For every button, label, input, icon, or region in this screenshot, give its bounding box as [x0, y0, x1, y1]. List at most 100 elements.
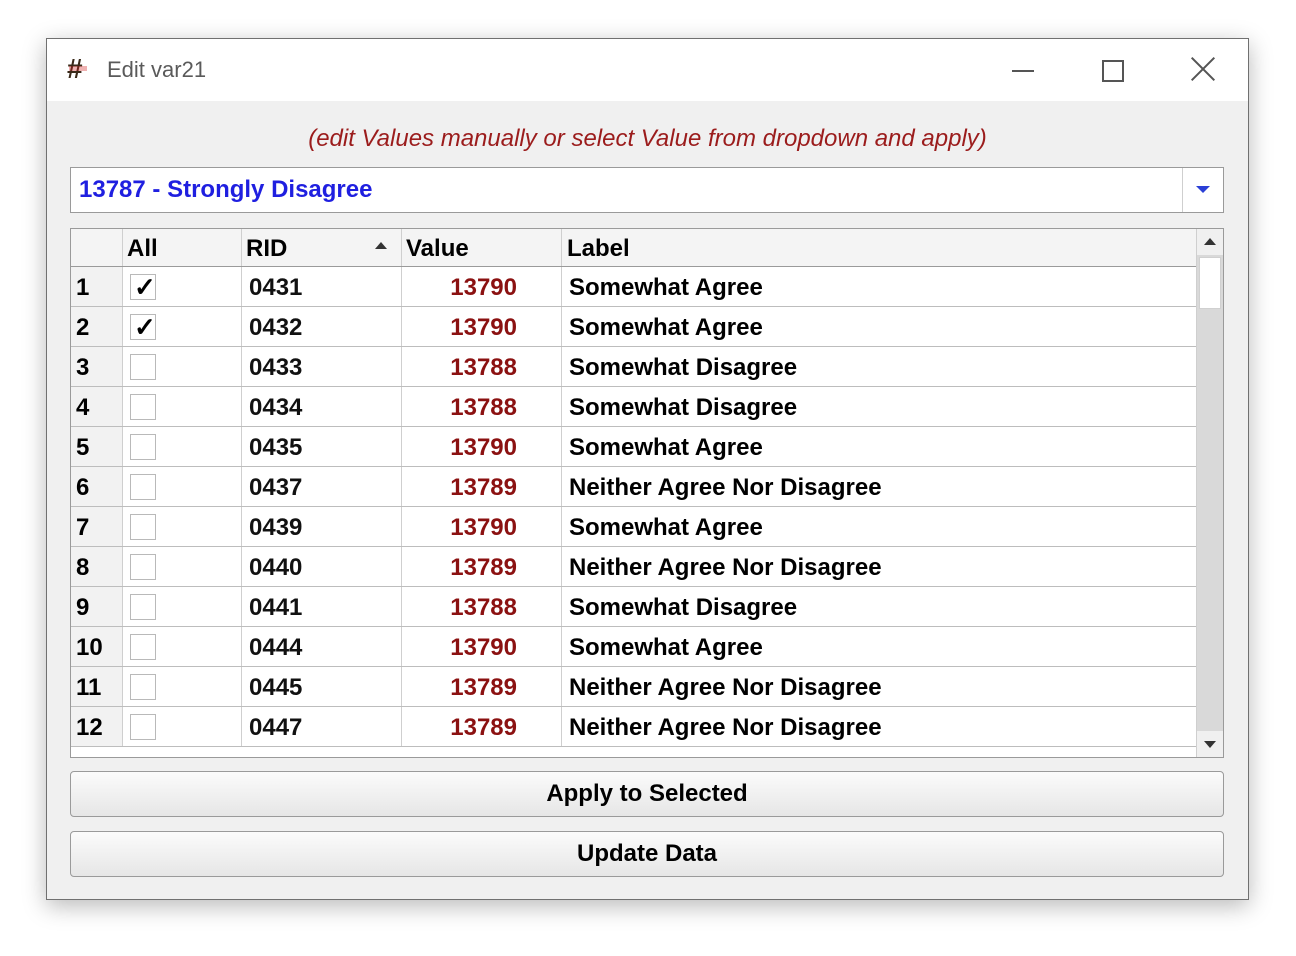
minimize-button[interactable]	[975, 39, 1067, 101]
vertical-scrollbar[interactable]	[1196, 229, 1223, 757]
scroll-up-icon[interactable]	[1197, 229, 1223, 255]
row-checkbox[interactable]	[130, 594, 156, 620]
table-row[interactable]: 9 0441 13788 Somewhat Disagree	[71, 587, 1197, 627]
scroll-down-icon[interactable]	[1197, 731, 1223, 757]
rid-cell: 0437	[242, 467, 402, 506]
sort-ascending-icon	[375, 242, 387, 249]
value-dropdown[interactable]: 13787 - Strongly Disagree	[70, 167, 1224, 213]
value-cell[interactable]: 13788	[402, 347, 562, 386]
table-row[interactable]: 5 0435 13790 Somewhat Agree	[71, 427, 1197, 467]
header-label[interactable]: Label	[562, 229, 1197, 266]
row-checkbox[interactable]	[130, 474, 156, 500]
row-checkbox[interactable]	[130, 306, 156, 348]
close-button[interactable]	[1157, 39, 1249, 101]
row-select-cell	[123, 266, 242, 308]
rid-cell: 0445	[242, 667, 402, 706]
row-select-cell	[123, 467, 242, 506]
table-row[interactable]: 2 043213790 Somewhat Agree	[71, 306, 1197, 348]
row-number: 11	[71, 667, 123, 706]
data-table: All RID Value Label 1043113790Somewhat A…	[70, 228, 1224, 758]
row-select-cell	[123, 667, 242, 706]
row-number: 8	[71, 547, 123, 586]
chevron-down-icon	[1196, 186, 1210, 193]
value-cell[interactable]: 13789	[402, 707, 562, 746]
label-cell: Neither Agree Nor Disagree	[569, 674, 882, 701]
row-number: 6	[71, 467, 123, 506]
table-row[interactable]: 11 0445 13789 Neither Agree Nor Disagree	[71, 667, 1197, 707]
title-bar: # Edit var21	[47, 39, 1248, 101]
row-select-cell	[123, 587, 242, 626]
row-number: 2	[71, 307, 123, 346]
table-header: All RID Value Label	[71, 229, 1197, 267]
minimize-icon	[1012, 70, 1034, 72]
table-row[interactable]: 7 0439 13790 Somewhat Agree	[71, 507, 1197, 547]
value-cell[interactable]: 13790	[402, 627, 562, 666]
value-cell[interactable]: 13790	[402, 507, 562, 546]
row-checkbox[interactable]	[130, 674, 156, 700]
hash-icon: #	[67, 53, 87, 84]
row-select-cell	[123, 707, 242, 746]
row-checkbox[interactable]	[130, 514, 156, 540]
table-row[interactable]: 1 043113790 Somewhat Agree	[71, 266, 1197, 308]
rid-cell: 0444	[242, 627, 402, 666]
row-checkbox[interactable]	[130, 554, 156, 580]
scrollbar-thumb[interactable]	[1199, 257, 1221, 309]
label-cell: Somewhat Agree	[569, 434, 763, 461]
label-cell: Neither Agree Nor Disagree	[569, 714, 882, 741]
maximize-button[interactable]	[1067, 39, 1159, 101]
table-row[interactable]: 8 0440 13789 Neither Agree Nor Disagree	[71, 547, 1197, 587]
header-rid[interactable]: RID	[242, 229, 402, 266]
rid-cell: 0447	[242, 707, 402, 746]
table-row[interactable]: 6 0437 13789 Neither Agree Nor Disagree	[71, 467, 1197, 507]
row-select-cell	[123, 427, 242, 466]
header-value[interactable]: Value	[402, 229, 562, 266]
apply-to-selected-button[interactable]: Apply to Selected	[70, 771, 1224, 817]
row-number: 5	[71, 427, 123, 466]
row-select-cell	[123, 627, 242, 666]
rid-cell: 0433	[242, 347, 402, 386]
value-cell[interactable]: 13788	[402, 387, 562, 426]
row-checkbox[interactable]	[130, 634, 156, 660]
row-checkbox[interactable]	[130, 714, 156, 740]
row-checkbox[interactable]	[130, 434, 156, 460]
value-cell[interactable]: 13789	[402, 547, 562, 586]
dropdown-button[interactable]	[1182, 168, 1223, 212]
table-row[interactable]: 4 0434 13788 Somewhat Disagree	[71, 387, 1197, 427]
value-cell[interactable]: 13790	[402, 427, 562, 466]
row-number: 10	[71, 627, 123, 666]
edit-dialog: # Edit var21 (edit Values manually or se…	[46, 38, 1249, 900]
table-row[interactable]: 12 0447 13789 Neither Agree Nor Disagree	[71, 707, 1197, 747]
table-row[interactable]: 10 0444 13790 Somewhat Agree	[71, 627, 1197, 667]
window-title: Edit var21	[107, 57, 207, 82]
header-row-number	[71, 229, 123, 266]
row-checkbox[interactable]	[130, 266, 156, 308]
update-data-button[interactable]: Update Data	[70, 831, 1224, 877]
value-cell[interactable]: 13789	[402, 467, 562, 506]
table-row[interactable]: 3 0433 13788 Somewhat Disagree	[71, 347, 1197, 387]
label-cell: Neither Agree Nor Disagree	[569, 554, 882, 581]
row-select-cell	[123, 306, 242, 348]
row-checkbox[interactable]	[130, 394, 156, 420]
row-number: 3	[71, 347, 123, 386]
label-cell: Neither Agree Nor Disagree	[569, 474, 882, 501]
row-select-cell	[123, 547, 242, 586]
row-checkbox[interactable]	[130, 354, 156, 380]
rid-cell: 0431	[242, 267, 402, 306]
row-number: 12	[71, 707, 123, 746]
value-cell[interactable]: 13790	[402, 307, 562, 346]
dropdown-selected-value: 13787 - Strongly Disagree	[79, 176, 373, 203]
table-body: 1043113790Somewhat Agree2043213790Somewh…	[71, 266, 1197, 747]
value-cell[interactable]: 13790	[402, 267, 562, 306]
value-cell[interactable]: 13788	[402, 587, 562, 626]
rid-cell: 0435	[242, 427, 402, 466]
row-select-cell	[123, 507, 242, 546]
maximize-icon	[1102, 60, 1124, 82]
label-cell: Somewhat Disagree	[569, 394, 798, 421]
label-cell: Somewhat Agree	[569, 274, 763, 301]
row-select-cell	[123, 387, 242, 426]
header-all[interactable]: All	[123, 229, 242, 266]
value-cell[interactable]: 13789	[402, 667, 562, 706]
rid-cell: 0432	[242, 307, 402, 346]
close-icon	[1190, 56, 1216, 82]
label-cell: Somewhat Disagree	[569, 594, 798, 621]
